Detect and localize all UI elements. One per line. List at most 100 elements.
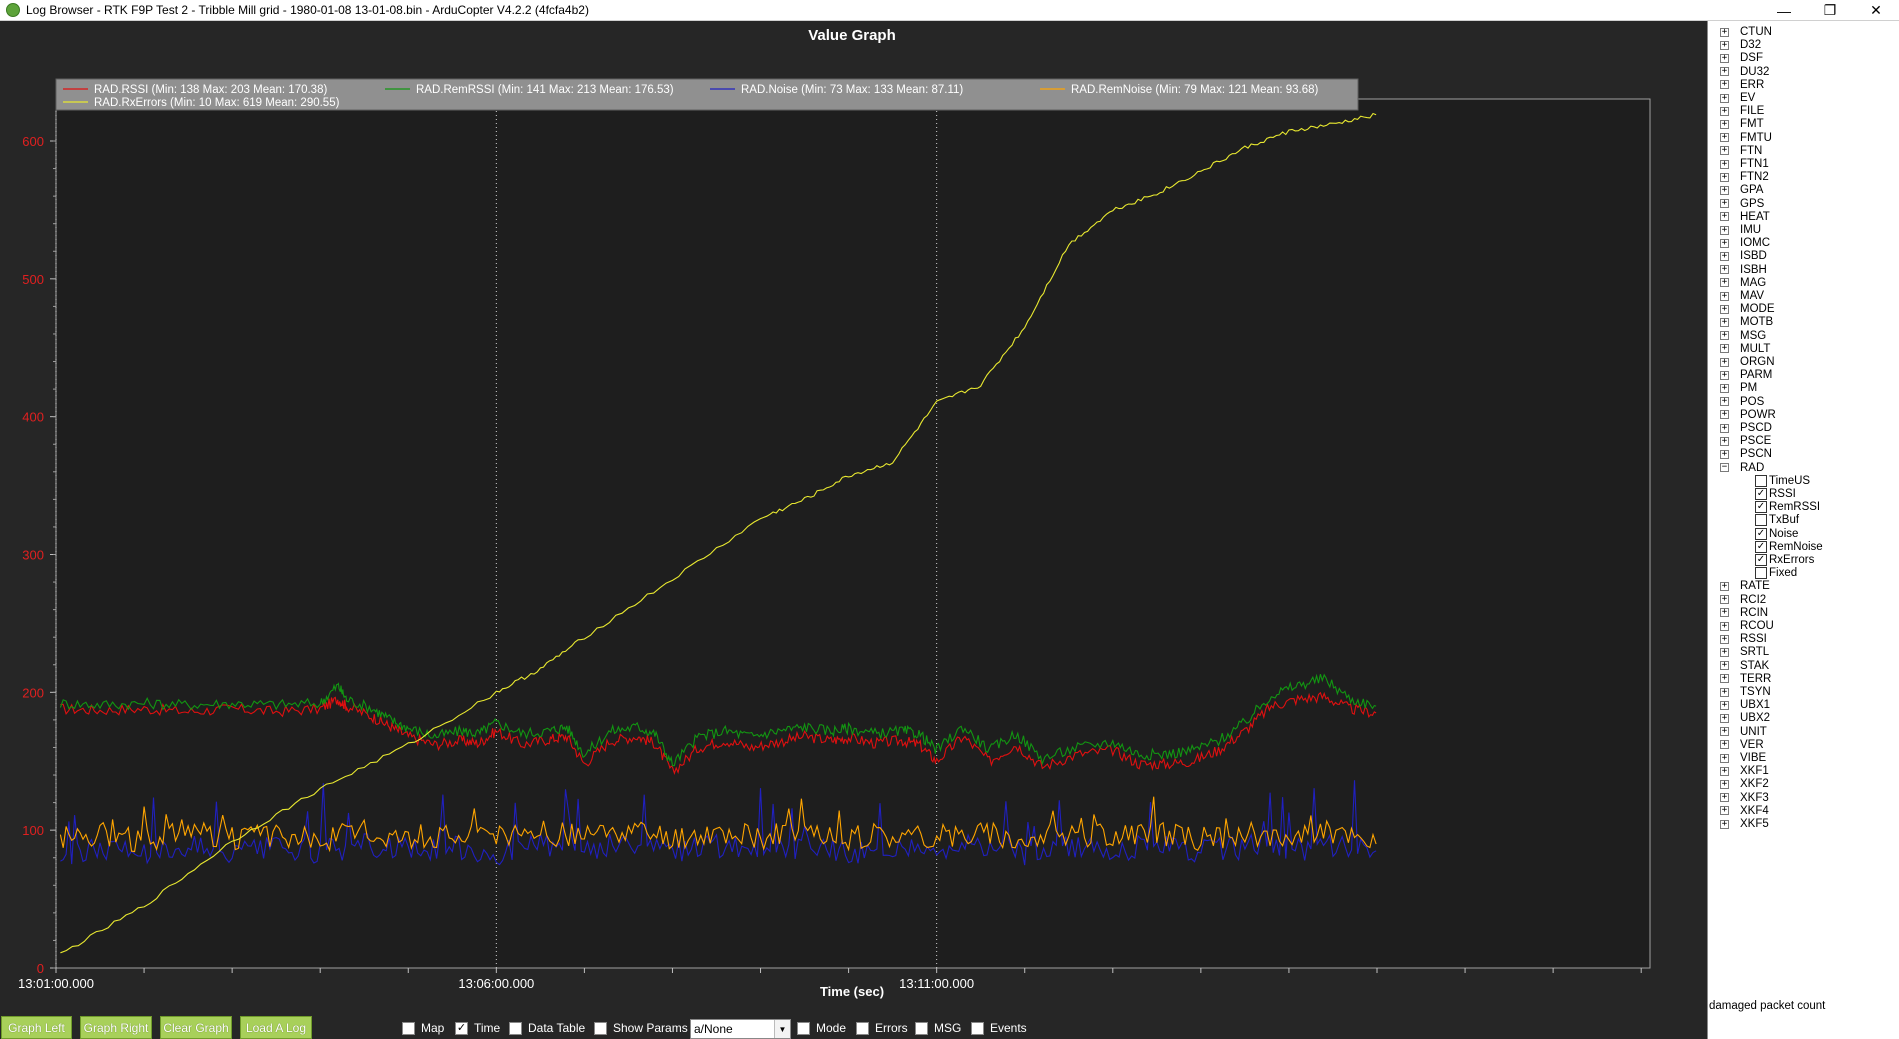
msg-check-box[interactable] [915,1021,928,1035]
expand-icon[interactable]: + [1720,753,1729,763]
field-checkbox[interactable] [1755,567,1767,580]
expand-icon[interactable]: + [1720,185,1729,195]
expand-icon[interactable]: + [1720,423,1729,433]
expand-icon[interactable]: + [1720,727,1729,737]
data-table-check-box[interactable] [509,1021,522,1035]
expand-icon[interactable]: + [1720,119,1729,129]
tree-item-label: CTUN [1740,26,1772,38]
mode-checkbox[interactable]: Mode [797,1021,846,1035]
errors-check-box[interactable] [856,1021,869,1035]
expand-icon[interactable]: + [1720,146,1729,156]
maximize-button[interactable]: ❐ [1807,0,1853,21]
expand-icon[interactable]: + [1720,225,1729,235]
events-checkbox[interactable]: Events [971,1021,1027,1035]
tree-item-label: PM [1740,382,1758,395]
legend-entry: RAD.RSSI (Min: 138 Max: 203 Mean: 170.38… [94,84,327,96]
mode-combo[interactable]: a/None ▼ [690,1019,791,1039]
expand-icon[interactable]: + [1720,793,1729,803]
expand-icon[interactable]: + [1720,357,1729,367]
map-check-box[interactable] [402,1021,415,1035]
expand-icon[interactable]: + [1720,397,1729,407]
show-params-check-box[interactable] [594,1021,607,1035]
expand-icon[interactable]: + [1720,740,1729,750]
expand-icon[interactable]: + [1720,93,1729,103]
expand-icon[interactable]: + [1720,159,1729,169]
expand-icon[interactable]: + [1720,278,1729,288]
clear-graph-button[interactable]: Clear Graph [160,1016,232,1039]
minimize-button[interactable]: — [1761,0,1807,21]
expand-icon[interactable]: + [1720,806,1729,816]
field-tree[interactable]: + CTUN + D32 + DSF + DU32 + ERR + EV + FILE + FMT + FMTU +… [1707,21,1899,1039]
expand-icon[interactable]: + [1720,304,1729,314]
expand-icon[interactable]: + [1720,40,1729,50]
expand-icon[interactable]: + [1720,199,1729,209]
expand-icon[interactable]: + [1720,53,1729,63]
title-bar: Log Browser - RTK F9P Test 2 - Tribble M… [0,0,1899,21]
tree-item-label: IMU [1740,224,1762,236]
expand-icon[interactable]: + [1720,449,1729,459]
expand-icon[interactable]: + [1720,317,1729,327]
expand-icon[interactable]: + [1720,700,1729,710]
expand-icon[interactable]: + [1720,661,1729,671]
y-tick-label: 200 [22,685,44,700]
mode-check-box[interactable] [797,1021,810,1035]
expand-icon[interactable]: + [1720,779,1729,789]
data-table-checkbox[interactable]: Data Table [509,1021,585,1035]
field-checkbox[interactable]: ✓ [1755,488,1767,500]
expand-icon[interactable]: + [1720,634,1729,644]
expand-icon[interactable]: + [1720,251,1729,261]
expand-icon[interactable]: + [1720,172,1729,182]
field-checkbox[interactable]: ✓ [1755,501,1767,514]
load-log-button[interactable]: Load A Log [240,1016,312,1039]
expand-icon[interactable]: + [1720,331,1729,341]
field-checkbox[interactable]: ✓ [1755,527,1767,540]
graph-area[interactable]: Value Graph 0 100 200 300 400 500 600 13:01:00.… [0,21,1707,1006]
expand-icon[interactable]: + [1720,647,1729,657]
expand-icon[interactable]: + [1720,370,1729,380]
expand-icon[interactable]: + [1720,212,1729,222]
expand-icon[interactable]: + [1720,766,1729,776]
expand-icon[interactable]: + [1720,581,1729,591]
field-checkbox[interactable] [1755,514,1767,527]
events-check-box[interactable] [971,1021,984,1035]
tree-item-label: FMT [1740,118,1764,131]
expand-icon[interactable]: + [1720,713,1729,723]
graph-right-button[interactable]: Graph Right [80,1016,152,1039]
time-checkbox[interactable]: ✓ Time [455,1021,500,1035]
expand-icon[interactable]: + [1720,106,1729,116]
graph-left-button[interactable]: Graph Left [1,1016,72,1039]
expand-icon[interactable]: + [1720,595,1729,605]
msg-checkbox[interactable]: MSG [915,1021,961,1035]
expand-icon[interactable]: + [1720,819,1729,829]
close-button[interactable]: ✕ [1853,0,1899,21]
expand-icon[interactable]: + [1720,410,1729,420]
time-check-box[interactable]: ✓ [455,1021,468,1035]
tree-item-label: HEAT [1740,210,1770,223]
expand-icon[interactable]: + [1720,608,1729,618]
field-checkbox[interactable]: ✓ [1755,540,1767,553]
expand-icon[interactable]: + [1720,133,1729,143]
map-checkbox[interactable]: Map [402,1021,444,1035]
show-params-checkbox[interactable]: Show Params [594,1021,688,1035]
tree-item-label: XKF2 [1740,778,1769,791]
field-checkbox[interactable]: ✓ [1755,554,1767,566]
field-checkbox[interactable] [1755,474,1767,487]
expand-icon[interactable]: + [1720,291,1729,301]
tree-item-label: MODE [1740,303,1775,316]
expand-icon[interactable]: + [1720,27,1729,37]
expand-icon[interactable]: + [1720,687,1729,697]
expand-icon[interactable]: + [1720,436,1729,446]
collapse-icon[interactable]: − [1720,463,1729,473]
expand-icon[interactable]: + [1720,383,1729,393]
chevron-down-icon[interactable]: ▼ [774,1020,790,1038]
expand-icon[interactable]: + [1720,674,1729,684]
expand-icon[interactable]: + [1720,80,1729,90]
expand-icon[interactable]: + [1720,621,1729,631]
tree-item[interactable]: + XKF5 [1720,816,1769,832]
expand-icon[interactable]: + [1720,67,1729,77]
expand-icon[interactable]: + [1720,238,1729,248]
errors-checkbox[interactable]: Errors [856,1021,908,1035]
expand-icon[interactable]: + [1720,344,1729,354]
expand-icon[interactable]: + [1720,265,1729,275]
value-graph[interactable]: Value Graph 0 100 200 300 400 500 600 13:01:00.… [0,21,1707,1006]
